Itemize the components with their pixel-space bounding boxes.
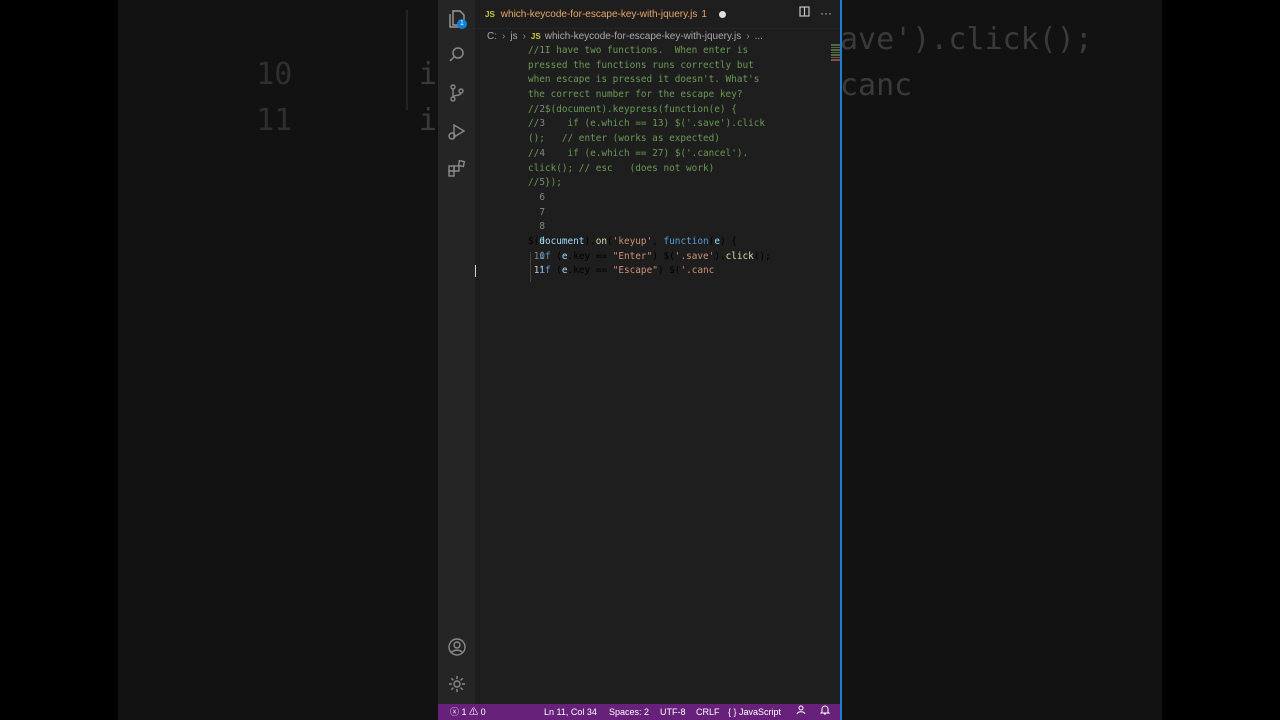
code-line: 6 [475, 191, 842, 206]
code-line: 10 if (e.key == "Enter") $('.save').clic… [475, 250, 842, 265]
line-number: 7 [539, 206, 545, 218]
code-line: 2// $(document).keypress(function(e) { [475, 103, 842, 118]
breadcrumb-file[interactable]: which-keycode-for-escape-key-with-jquery… [545, 31, 742, 42]
indentation[interactable]: Spaces: 2 [609, 704, 649, 720]
background-line-number: 11 [256, 103, 293, 138]
breadcrumb-folder[interactable]: js [510, 31, 517, 42]
breadcrumb-drive[interactable]: C: [487, 31, 497, 42]
tab-bar: JS which-keycode-for-escape-key-with-jqu… [475, 0, 842, 29]
code-line: 8 [475, 220, 842, 235]
code-line: 3// if (e.which == 13) $('.save').click [475, 117, 842, 132]
background-code-right: ave').click(); [840, 22, 1093, 57]
code-text: // if (e.which == 27) $('.cancel'). [528, 147, 749, 159]
run-debug-icon[interactable] [446, 120, 468, 142]
more-actions-icon[interactable]: ··· [820, 6, 832, 20]
line-ending[interactable]: CRLF [696, 704, 720, 720]
error-icon: ⓧ [450, 707, 460, 717]
chevron-right-icon: › [502, 30, 506, 42]
code-line: 9 $(document).on('keyup', function(e) { [475, 235, 842, 250]
status-bar: ⓧ 1 ⚠ 0 Ln 11, Col 34 Spaces: 2 UTF-8 CR… [438, 704, 842, 720]
feedback-icon[interactable] [796, 704, 806, 720]
code-text: // I have two functions. When enter is [528, 45, 749, 56]
tab-title: which-keycode-for-escape-key-with-jquery… [500, 8, 698, 20]
code-line: 5// }); [475, 176, 842, 191]
encoding[interactable]: UTF-8 [660, 704, 686, 720]
code-line: when escape is pressed it doesn't. What'… [475, 73, 842, 88]
code-editor[interactable]: 1// I have two functions. When enter is … [475, 44, 842, 279]
warning-icon: ⚠ [469, 707, 479, 717]
cursor-position[interactable]: Ln 11, Col 34 [544, 704, 597, 720]
chevron-right-icon: › [746, 30, 750, 42]
account-icon[interactable] [446, 636, 468, 658]
tab-problem-count: 1 [701, 8, 707, 20]
settings-gear-icon[interactable] [446, 673, 468, 695]
error-count: 1 [461, 707, 467, 717]
code-text: pressed the functions runs correctly but [528, 59, 754, 71]
tab-active-file[interactable]: JS which-keycode-for-escape-key-with-jqu… [475, 0, 736, 28]
code-line: 4// if (e.which == 27) $('.cancel'). [475, 147, 842, 162]
window-edge-accent [840, 0, 842, 720]
source-control-icon[interactable] [446, 82, 468, 104]
code-text: $(document).on('keyup', function(e) { [528, 235, 737, 247]
code-line: (); // enter (works as expected) [475, 132, 842, 147]
code-text: // if (e.which == 13) $('.save').click [528, 118, 766, 130]
js-file-icon: JS [485, 9, 495, 19]
js-file-icon: JS [530, 31, 541, 41]
code-text: click(); // esc (does not work) [528, 162, 715, 174]
code-text: // $(document).keypress(function(e) { [528, 103, 737, 115]
code-text: // }); [528, 177, 562, 189]
code-line: 7 [475, 206, 842, 221]
activity-bar: 1 [438, 0, 475, 704]
text-cursor [475, 264, 476, 277]
code-line: click(); // esc (does not work) [475, 162, 842, 177]
code-text: when escape is pressed it doesn't. What'… [528, 74, 760, 86]
chevron-right-icon: › [522, 30, 526, 42]
line-number: 6 [539, 191, 545, 203]
code-text: (); // enter (works as expected) [528, 133, 720, 145]
code-line-current: 11 if (e.key == "Escape") $('.canc [475, 264, 842, 279]
explorer-badge: 1 [457, 19, 467, 29]
extensions-icon[interactable] [446, 157, 468, 179]
language-label: JavaScript [739, 707, 782, 717]
breadcrumb-more[interactable]: ... [755, 31, 763, 42]
line-number: 8 [539, 221, 545, 233]
problems-indicator[interactable]: ⓧ 1 ⚠ 0 [450, 704, 486, 720]
search-icon[interactable] [446, 44, 468, 66]
braces-icon: { } [728, 707, 737, 717]
code-text: if (e.key == "Enter") $('.save').click()… [539, 250, 771, 262]
language-mode[interactable]: { } JavaScript [728, 704, 781, 720]
code-text: if (e.key == "Escape") $('.canc [539, 265, 715, 277]
warning-count: 0 [480, 707, 486, 717]
split-editor-icon[interactable] [799, 6, 810, 20]
code-line: pressed the functions runs correctly but [475, 59, 842, 74]
notifications-bell-icon[interactable] [819, 704, 831, 720]
vscode-window: 1 JS which-keycode-for-escape-key-with-j… [438, 0, 842, 720]
code-line: the correct number for the escape key? [475, 88, 842, 103]
code-line: 1// I have two functions. When enter is [475, 44, 842, 59]
unsaved-dot-icon[interactable] [718, 10, 726, 18]
tab-actions: ··· [799, 6, 832, 20]
editor-area: JS which-keycode-for-escape-key-with-jqu… [475, 0, 842, 704]
breadcrumb: C: › js › JS which-keycode-for-escape-ke… [475, 28, 842, 44]
code-text: the correct number for the escape key? [528, 89, 743, 101]
background-code-right: canc [840, 68, 913, 103]
